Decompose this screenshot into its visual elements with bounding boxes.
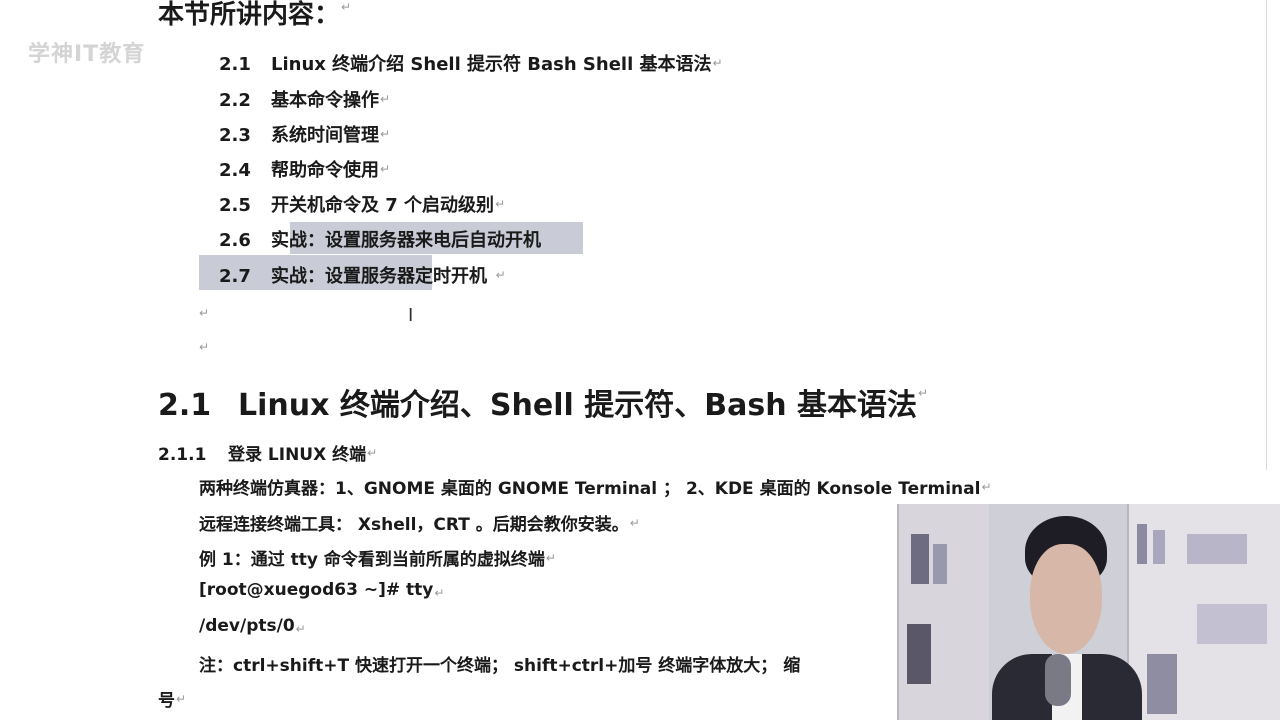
section-heading: 2.1 Linux 终端介绍、Shell 提示符、Bash 基本语法↵	[158, 386, 929, 423]
body-paragraph: 两种终端仿真器：1、GNOME 桌面的 GNOME Terminal ； 2、K…	[199, 479, 992, 499]
presenter-face	[1030, 544, 1102, 654]
page-edge	[1266, 0, 1267, 470]
toc-item: 2.4 帮助命令使用↵	[219, 160, 391, 181]
toc-item: 2.5 开关机命令及 7 个启动级别↵	[219, 195, 506, 216]
book	[907, 624, 931, 684]
toc-item: 2.3 系统时间管理↵	[219, 125, 391, 146]
webcam-video	[897, 504, 1280, 720]
note-continuation: 号↵	[158, 691, 187, 711]
toc-item: 2.7 实战：设置服务器定时开机 ↵	[219, 266, 506, 287]
empty-paragraph: ↵	[199, 306, 210, 320]
book	[1153, 530, 1165, 564]
book	[1187, 534, 1247, 564]
page-title: 本节所讲内容：↵	[158, 0, 352, 30]
book	[1147, 654, 1177, 714]
book	[1137, 524, 1147, 564]
microphone-icon	[1045, 654, 1071, 706]
subsection-heading: 2.1.1 登录 LINUX 终端↵	[158, 445, 378, 465]
body-paragraph: 例 1：通过 tty 命令看到当前所属的虚拟终端↵	[199, 550, 556, 570]
command-line: [root@xuegod63 ~]# tty↵	[199, 580, 445, 600]
toc-item: 2.2 基本命令操作↵	[219, 90, 391, 111]
text-cursor-icon: I	[408, 305, 414, 326]
toc-item: 2.6 实战：设置服务器来电后自动开机	[219, 230, 541, 251]
note-paragraph: 注：ctrl+shift+T 快速打开一个终端； shift+ctrl+加号 终…	[199, 656, 801, 676]
book	[933, 544, 947, 584]
body-paragraph: 远程连接终端工具： Xshell，CRT 。后期会教你安装。↵	[199, 515, 640, 535]
command-output: /dev/pts/0↵	[199, 616, 306, 636]
watermark: 学神IT教育	[28, 42, 146, 67]
book	[1197, 604, 1267, 644]
empty-paragraph: ↵	[199, 340, 210, 354]
toc-item: 2.1 Linux 终端介绍 Shell 提示符 Bash Shell 基本语法↵	[219, 54, 723, 75]
book	[911, 534, 929, 584]
